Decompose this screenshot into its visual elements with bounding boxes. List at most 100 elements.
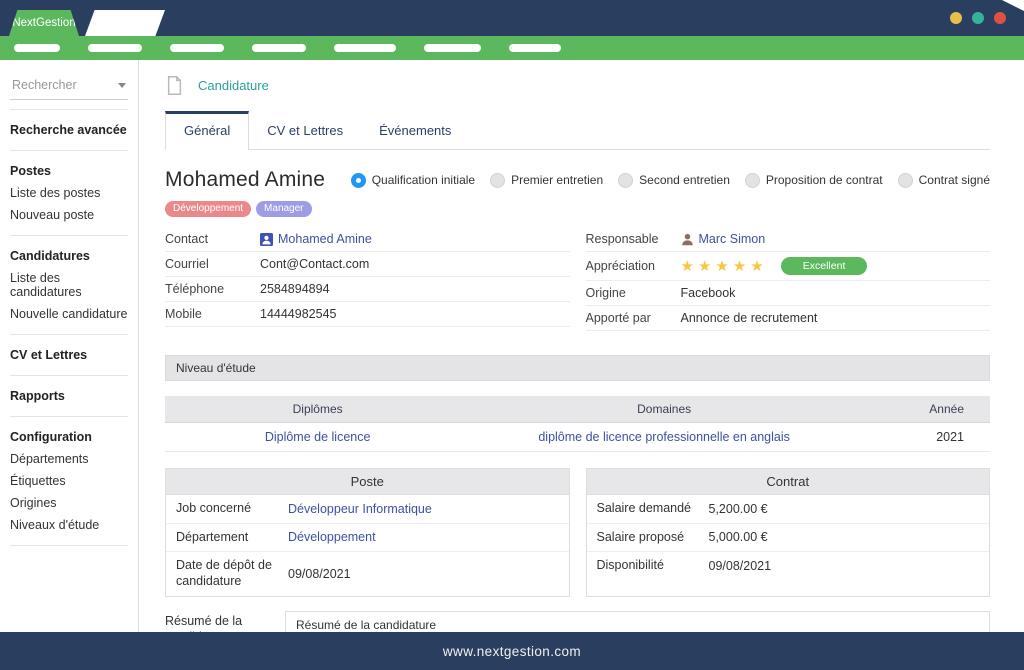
table-row: Diplôme de licence diplôme de licence pr… [165,423,990,452]
contact-info-table: Contact Mohamed Amine Courriel Co [165,227,570,331]
badge-manager: Manager [256,201,311,217]
brand-logo[interactable]: NextGestion [9,10,79,36]
app-window: NextGestion Rechercher Recherche avancée [0,0,1024,670]
star-rating-icon[interactable]: ★★★★★ [681,257,768,275]
salaire-propose-row: Salaire proposé 5,000.00 € [587,524,990,553]
nav-pill[interactable] [14,44,60,52]
sidebar-item-recherche-avancee[interactable]: Recherche avancée [0,119,138,141]
chevron-down-icon [118,83,126,88]
breadcrumb-label[interactable]: Candidature [198,78,269,93]
nav-pill[interactable] [170,44,224,52]
candidate-name: Mohamed Amine [165,168,325,192]
radio-icon[interactable] [490,173,505,188]
radio-icon[interactable] [745,173,760,188]
sidebar-item-configuration[interactable]: Configuration [0,426,138,448]
main-nav-bar [0,36,1024,60]
details-info-table: Responsable Marc Simon Appréciation [586,227,991,331]
sidebar-item-postes[interactable]: Postes [0,160,138,182]
window-dot-green[interactable] [972,12,984,24]
nav-pill[interactable] [509,44,561,52]
annee-value: 2021 [858,423,990,452]
mobile-row: Mobile 14444982545 [165,302,570,327]
column-header-domaines: Domaines [470,396,858,423]
resume-textarea[interactable]: Résumé de la candidature [285,611,990,633]
divider [10,235,128,236]
responsable-row: Responsable Marc Simon [586,227,991,252]
departement-link[interactable]: Développement [288,530,376,544]
footer: www.nextgestion.com [0,632,1024,670]
tab-evenements[interactable]: Événements [361,112,469,149]
stage-second-entretien[interactable]: Second entretien [618,173,730,188]
courriel-row: Courriel Cont@Contact.com [165,252,570,277]
radio-icon[interactable] [618,173,633,188]
person-icon [681,233,694,246]
radio-selected-icon[interactable] [351,173,366,188]
stage-premier-entretien[interactable]: Premier entretien [490,173,603,188]
divider [10,334,128,335]
sidebar-item-rapports[interactable]: Rapports [0,385,138,407]
breadcrumb: Candidature [165,72,990,97]
top-bar: NextGestion [0,0,1024,36]
sidebar-item-nouvelle-candidature[interactable]: Nouvelle candidature [0,303,138,325]
contrat-table-title: Contrat [587,469,990,495]
tab-bar: Général CV et Lettres Événements [165,111,990,150]
stage-qualification-initiale[interactable]: Qualification initiale [351,173,475,188]
education-table: Diplômes Domaines Année Diplôme de licen… [165,396,990,452]
nav-pill[interactable] [334,44,396,52]
corner-decoration [1002,0,1024,11]
logo-slash-decoration [85,10,165,36]
divider [10,150,128,151]
job-concerne-row: Job concerné Développeur Informatique [166,495,569,524]
diplome-link[interactable]: Diplôme de licence [265,430,371,444]
poste-table-title: Poste [166,469,569,495]
sidebar-item-departements[interactable]: Départements [0,448,138,470]
window-controls [950,12,1006,24]
window-dot-red[interactable] [994,12,1006,24]
sidebar-item-cv-et-lettres[interactable]: CV et Lettres [0,344,138,366]
sidebar-item-liste-des-candidatures[interactable]: Liste des candidatures [0,267,138,303]
nav-pill[interactable] [424,44,481,52]
nav-pill[interactable] [252,44,306,52]
main-content: Candidature Général CV et Lettres Événem… [139,60,1024,632]
date-depot-value: 09/08/2021 [288,567,351,581]
sidebar-item-candidatures[interactable]: Candidatures [0,245,138,267]
domaine-link[interactable]: diplôme de licence professionnelle en an… [538,430,790,444]
telephone-value: 2584894894 [260,282,330,296]
column-header-diplomes: Diplômes [165,396,470,423]
sidebar-item-origines[interactable]: Origines [0,492,138,514]
stage-contrat-signe[interactable]: Contrat signé [898,173,990,188]
column-header-annee: Année [858,396,990,423]
radio-icon[interactable] [898,173,913,188]
tab-cv-et-lettres[interactable]: CV et Lettres [249,112,361,149]
stage-proposition-de-contrat[interactable]: Proposition de contrat [745,173,883,188]
courriel-value: Cont@Contact.com [260,257,369,271]
sidebar: Rechercher Recherche avancée Postes List… [0,60,139,632]
divider [10,416,128,417]
appreciation-row: Appréciation ★★★★★ Excellent [586,252,991,281]
footer-url[interactable]: www.nextgestion.com [443,644,581,659]
tab-general[interactable]: Général [165,111,249,150]
salaire-propose-value: 5,000.00 € [709,530,768,544]
sidebar-item-liste-des-postes[interactable]: Liste des postes [0,182,138,204]
sidebar-item-nouveau-poste[interactable]: Nouveau poste [0,204,138,226]
contact-row: Contact Mohamed Amine [165,227,570,252]
contact-link[interactable]: Mohamed Amine [278,232,372,246]
apporte-par-row: Apporté par Annonce de recrutement [586,306,991,331]
date-depot-row: Date de dépôt de candidature 09/08/2021 [166,552,569,595]
sidebar-item-etiquettes[interactable]: Étiquettes [0,470,138,492]
search-select[interactable]: Rechercher [10,73,128,100]
section-niveau-detude: Niveau d'étude [165,355,990,381]
contact-card-icon [260,233,273,246]
origine-row: Origine Facebook [586,281,991,306]
contrat-table: Contrat Salaire demandé 5,200.00 € Salai… [586,468,991,597]
search-placeholder: Rechercher [12,78,77,92]
departement-row: Département Développement [166,524,569,553]
nav-pill[interactable] [88,44,142,52]
responsable-link[interactable]: Marc Simon [699,232,766,246]
sidebar-item-niveaux-detude[interactable]: Niveaux d'étude [0,514,138,536]
window-dot-yellow[interactable] [950,12,962,24]
job-concerne-link[interactable]: Développeur Informatique [288,502,432,516]
document-icon [167,76,182,95]
divider [10,545,128,546]
resume-label: Résumé de la candidature [165,611,285,633]
